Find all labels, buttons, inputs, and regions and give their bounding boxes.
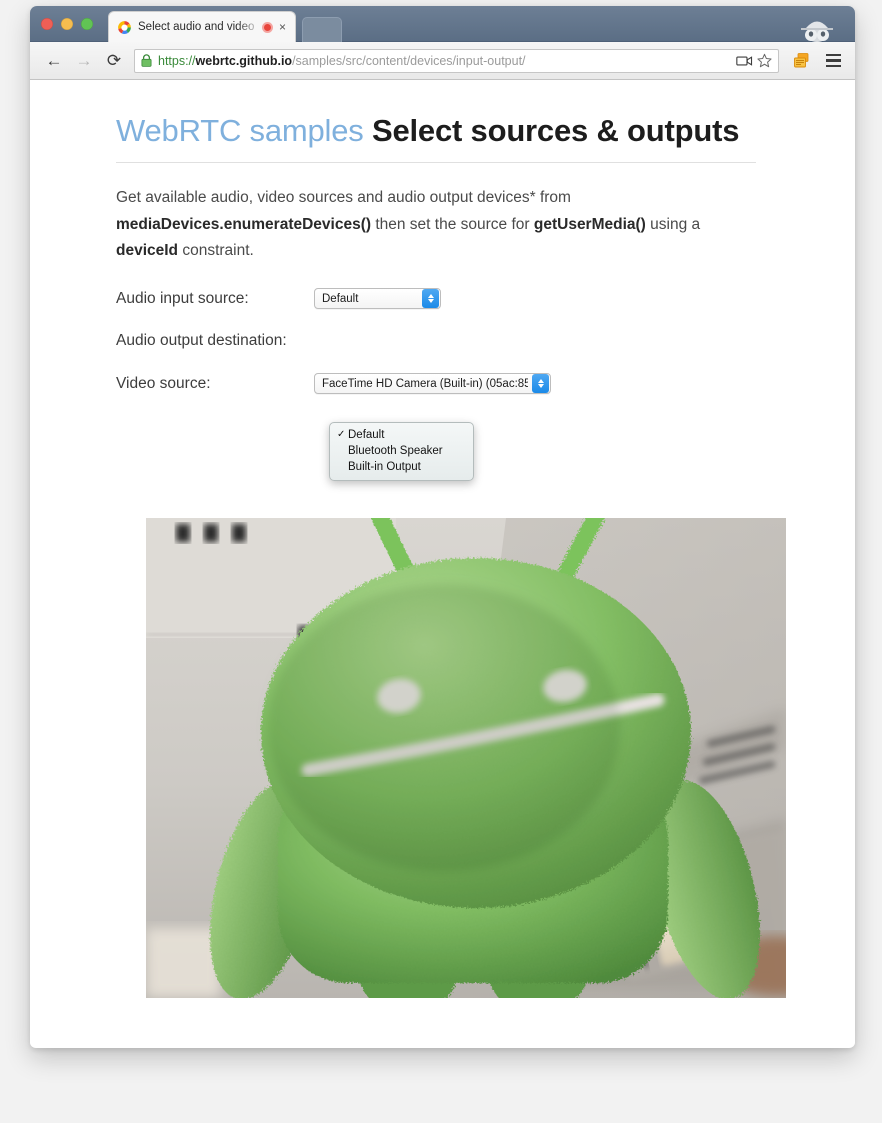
close-window-button[interactable] [41, 18, 53, 30]
audio-input-source-select[interactable]: Default [314, 288, 441, 310]
intro-part-1: Get available audio, video sources and a… [116, 189, 571, 207]
audio-output-destination-label: Audio output destination: [116, 332, 287, 350]
menu-line [825, 53, 841, 57]
chevron-updown-icon [422, 289, 439, 309]
recording-indicator-icon [262, 21, 273, 33]
video-source-value: FaceTime HD Camera (Built-in) (05ac:8510… [322, 377, 528, 390]
camera-preview-frame [146, 518, 786, 998]
window-controls [41, 18, 93, 30]
extension-icon[interactable] [791, 50, 813, 72]
secure-lock-icon [141, 54, 152, 67]
reload-button[interactable]: ⟳ [100, 48, 128, 74]
minimize-window-button[interactable] [61, 18, 73, 30]
chevron-down-icon [537, 384, 544, 389]
maximize-window-button[interactable] [81, 18, 93, 30]
page-title-brand: WebRTC samples [116, 113, 364, 148]
chevron-up-icon [537, 379, 544, 384]
url-text: https://webrtc.github.io/samples/src/con… [158, 54, 734, 68]
intro-code-device-id: deviceId [116, 242, 179, 260]
page-title: WebRTC samples Select sources & outputs [116, 113, 756, 164]
url-host: webrtc.github.io [195, 53, 293, 68]
page-content: WebRTC samples Select sources & outputs … [116, 113, 756, 395]
popup-item-label: Default [348, 428, 385, 441]
camera-permission-icon[interactable] [734, 51, 754, 71]
intro-part-4: constraint. [178, 242, 254, 260]
incognito-mode-icon [791, 8, 843, 42]
audio-input-source-value: Default [322, 292, 359, 305]
camera-preview-video[interactable] [146, 518, 786, 998]
popup-item-label: Built-in Output [348, 460, 421, 473]
forward-button[interactable]: → [70, 48, 98, 74]
video-source-row: Video source: FaceTime HD Camera (Built-… [116, 373, 756, 395]
close-tab-icon[interactable]: × [279, 21, 289, 33]
url-scheme: https:// [158, 53, 196, 68]
video-source-select[interactable]: FaceTime HD Camera (Built-in) (05ac:8510… [314, 373, 551, 395]
star-icon[interactable] [754, 51, 774, 71]
hamburger-menu-icon[interactable] [821, 49, 845, 73]
popup-item-default[interactable]: ✓ Default [330, 427, 473, 442]
popup-item-built-in-output[interactable]: Built-in Output [330, 459, 473, 474]
back-button[interactable]: ← [40, 48, 68, 74]
intro-part-3: using a [645, 215, 701, 233]
popup-item-label: Bluetooth Speaker [348, 444, 443, 457]
audio-input-source-label: Audio input source: [116, 289, 249, 307]
intro-code-enumerate-devices: mediaDevices.enumerateDevices() [116, 215, 372, 233]
audio-output-destination-row: Audio output destination: [116, 332, 756, 350]
video-source-label: Video source: [116, 374, 211, 392]
new-tab-button[interactable] [302, 17, 342, 42]
tab-title: Select audio and video [138, 21, 255, 33]
audio-input-source-row: Audio input source: Default [116, 288, 756, 310]
popup-item-bluetooth-speaker[interactable]: Bluetooth Speaker [330, 443, 473, 458]
url-path: /samples/src/content/devices/input-outpu… [292, 53, 526, 68]
browser-toolbar: ← → ⟳ https://webrtc.github.io/samples/s… [30, 42, 855, 80]
address-bar[interactable]: https://webrtc.github.io/samples/src/con… [134, 48, 779, 73]
chevron-down-icon [427, 299, 434, 304]
page-viewport: WebRTC samples Select sources & outputs … [30, 80, 855, 1047]
webrtc-favicon-icon [117, 20, 132, 35]
browser-window: Select audio and video × ← → ⟳ https://w… [30, 6, 855, 1048]
menu-line [825, 59, 841, 62]
chevron-updown-icon [532, 374, 549, 394]
page-title-sub: Select sources & outputs [372, 113, 740, 148]
intro-part-2: then set the source for [371, 215, 534, 233]
browser-tab[interactable]: Select audio and video × [108, 11, 296, 42]
checkmark-icon: ✓ [337, 429, 346, 440]
tab-strip: Select audio and video × [30, 6, 855, 42]
intro-code-get-user-media: getUserMedia() [533, 215, 646, 233]
chevron-up-icon [427, 294, 434, 299]
audio-output-destination-popup[interactable]: ✓ Default Bluetooth Speaker Built-in Out… [329, 422, 474, 481]
menu-line [825, 64, 841, 68]
intro-paragraph: Get available audio, video sources and a… [116, 185, 756, 265]
